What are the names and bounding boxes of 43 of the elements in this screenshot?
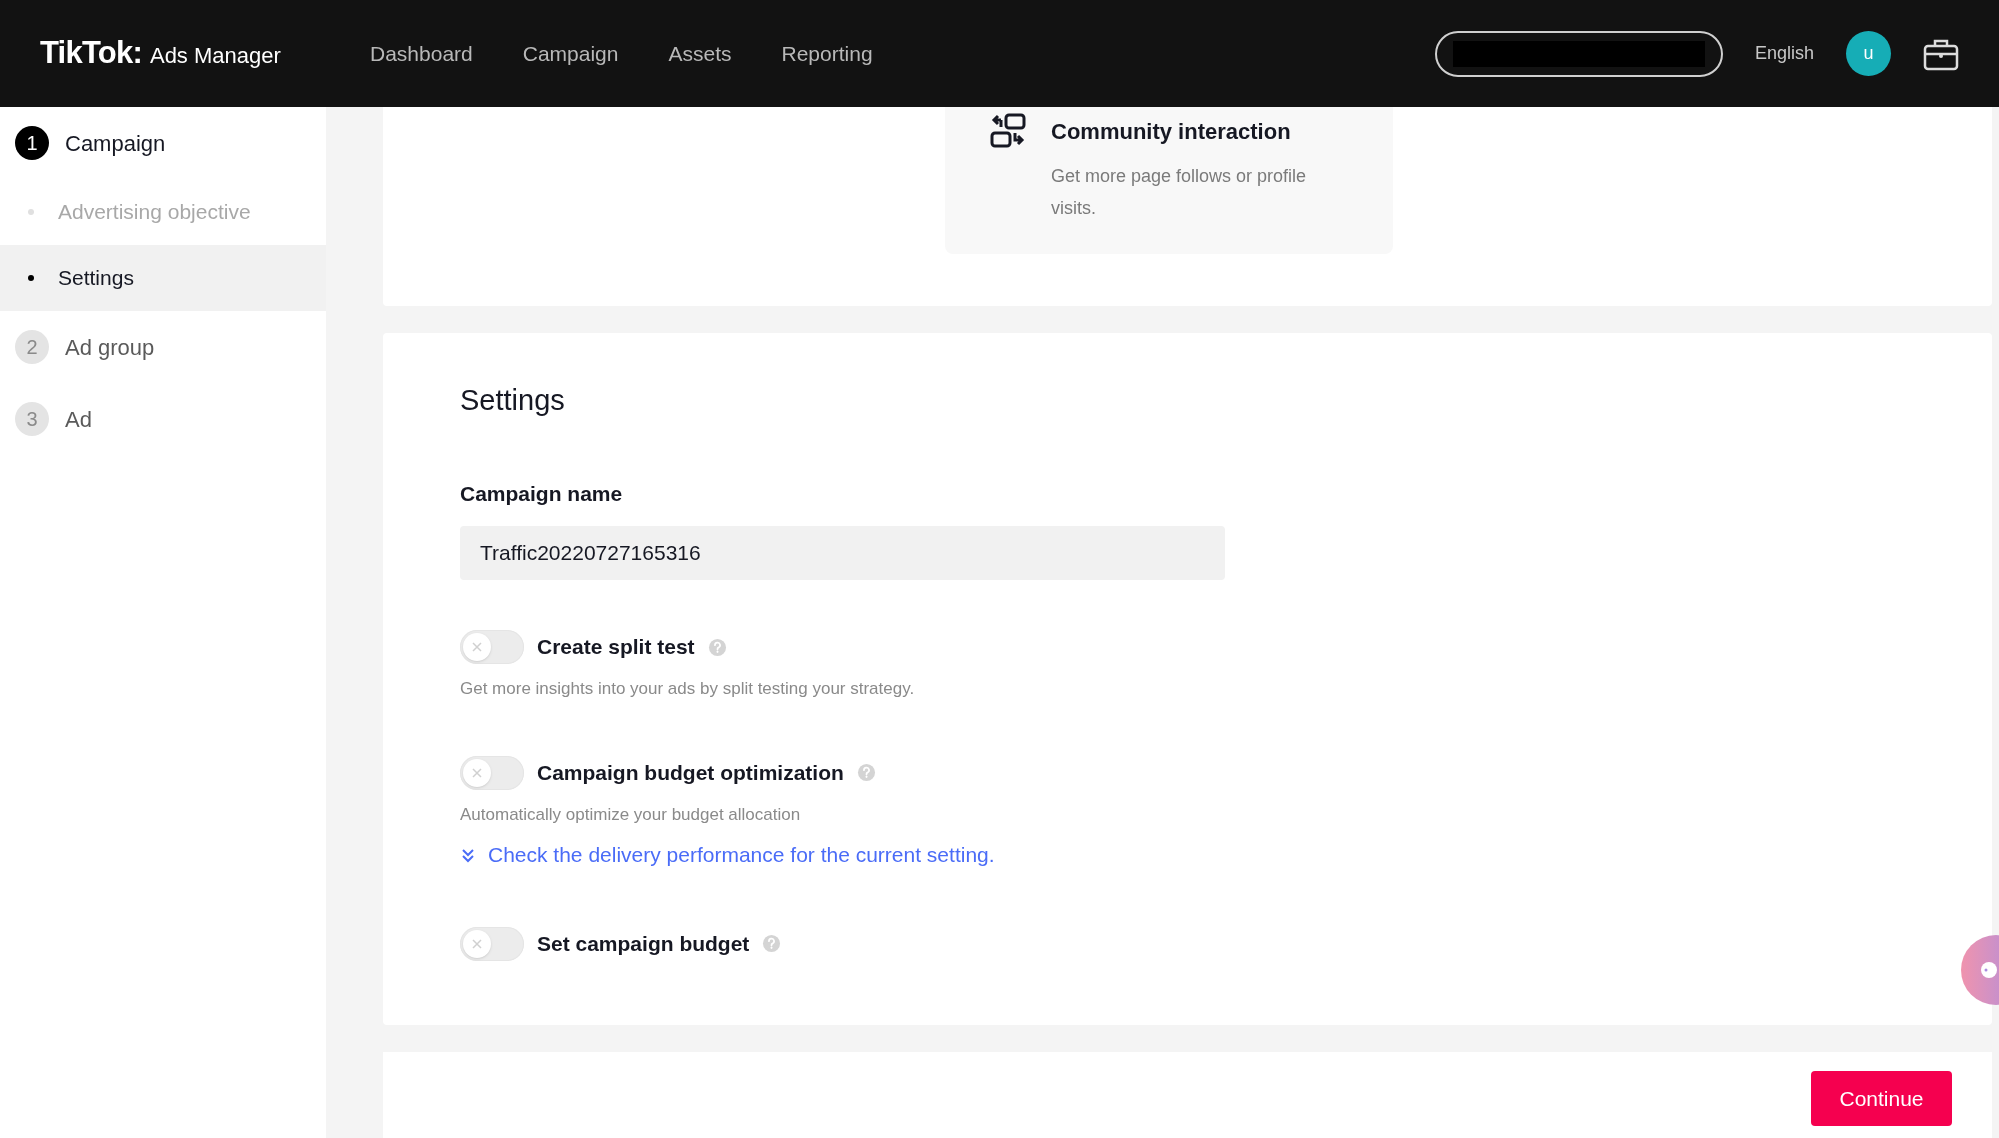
delivery-performance-link[interactable]: Check the delivery performance for the current setting.: [460, 839, 1915, 871]
language-selector[interactable]: English: [1754, 40, 1814, 67]
toggle-switch[interactable]: [460, 926, 524, 961]
objective-option[interactable]: Community interaction Get more page follows or profile visits.: [945, 107, 1393, 254]
section-title: Settings: [460, 383, 566, 418]
help-icon[interactable]: [707, 637, 727, 657]
campaign-name-field[interactable]: Traffic20220727165316: [460, 526, 1225, 580]
cross-icon: [471, 641, 483, 653]
step-number: 1: [15, 126, 49, 160]
toggle-switch[interactable]: [460, 630, 524, 664]
help-icon[interactable]: [762, 934, 782, 953]
cross-icon: [471, 937, 483, 950]
toggle-label: Set campaign budget: [537, 930, 750, 957]
help-icon[interactable]: [856, 763, 876, 782]
step-number: 3: [15, 402, 49, 436]
logo[interactable]: TikTok:: [40, 30, 142, 77]
swap-icon: [989, 113, 1027, 149]
double-chevron-down-icon: [460, 846, 476, 863]
substep-item[interactable]: Settings: [0, 245, 326, 311]
chat-bubble-icon: [1981, 962, 1997, 978]
step-item[interactable]: 3 Ad: [0, 383, 326, 455]
step-item[interactable]: 1 Campaign: [0, 107, 326, 179]
step-label: Ad: [65, 405, 92, 434]
toggle-description: Get more insights into your ads by split testing your strategy.: [460, 678, 916, 700]
search-field[interactable]: [1434, 30, 1723, 77]
continue-button[interactable]: Continue: [1811, 1071, 1952, 1126]
product-name: Ads Manager: [149, 42, 281, 71]
toggle-switch[interactable]: [460, 755, 524, 790]
step-label: Campaign: [65, 129, 166, 158]
nav-link[interactable]: Campaign: [522, 37, 619, 70]
nav-link[interactable]: Dashboard: [370, 37, 473, 70]
step-label: Ad group: [65, 333, 155, 362]
toggle-label: Campaign budget optimization: [537, 759, 844, 786]
nav-link[interactable]: Reporting: [781, 37, 873, 70]
step-number: 2: [15, 330, 49, 364]
field-label: Campaign name: [460, 480, 624, 507]
option-title: Community interaction: [1051, 118, 1292, 146]
toggle-description: Automatically optimize your budget allocation: [460, 803, 802, 826]
toggle-label: Create split test: [537, 634, 695, 661]
step-item[interactable]: 2 Ad group: [0, 311, 326, 383]
cross-icon: [471, 766, 483, 779]
option-description: Get more page follows or profile visits.: [1051, 165, 1308, 220]
nav-link[interactable]: Assets: [668, 37, 732, 70]
